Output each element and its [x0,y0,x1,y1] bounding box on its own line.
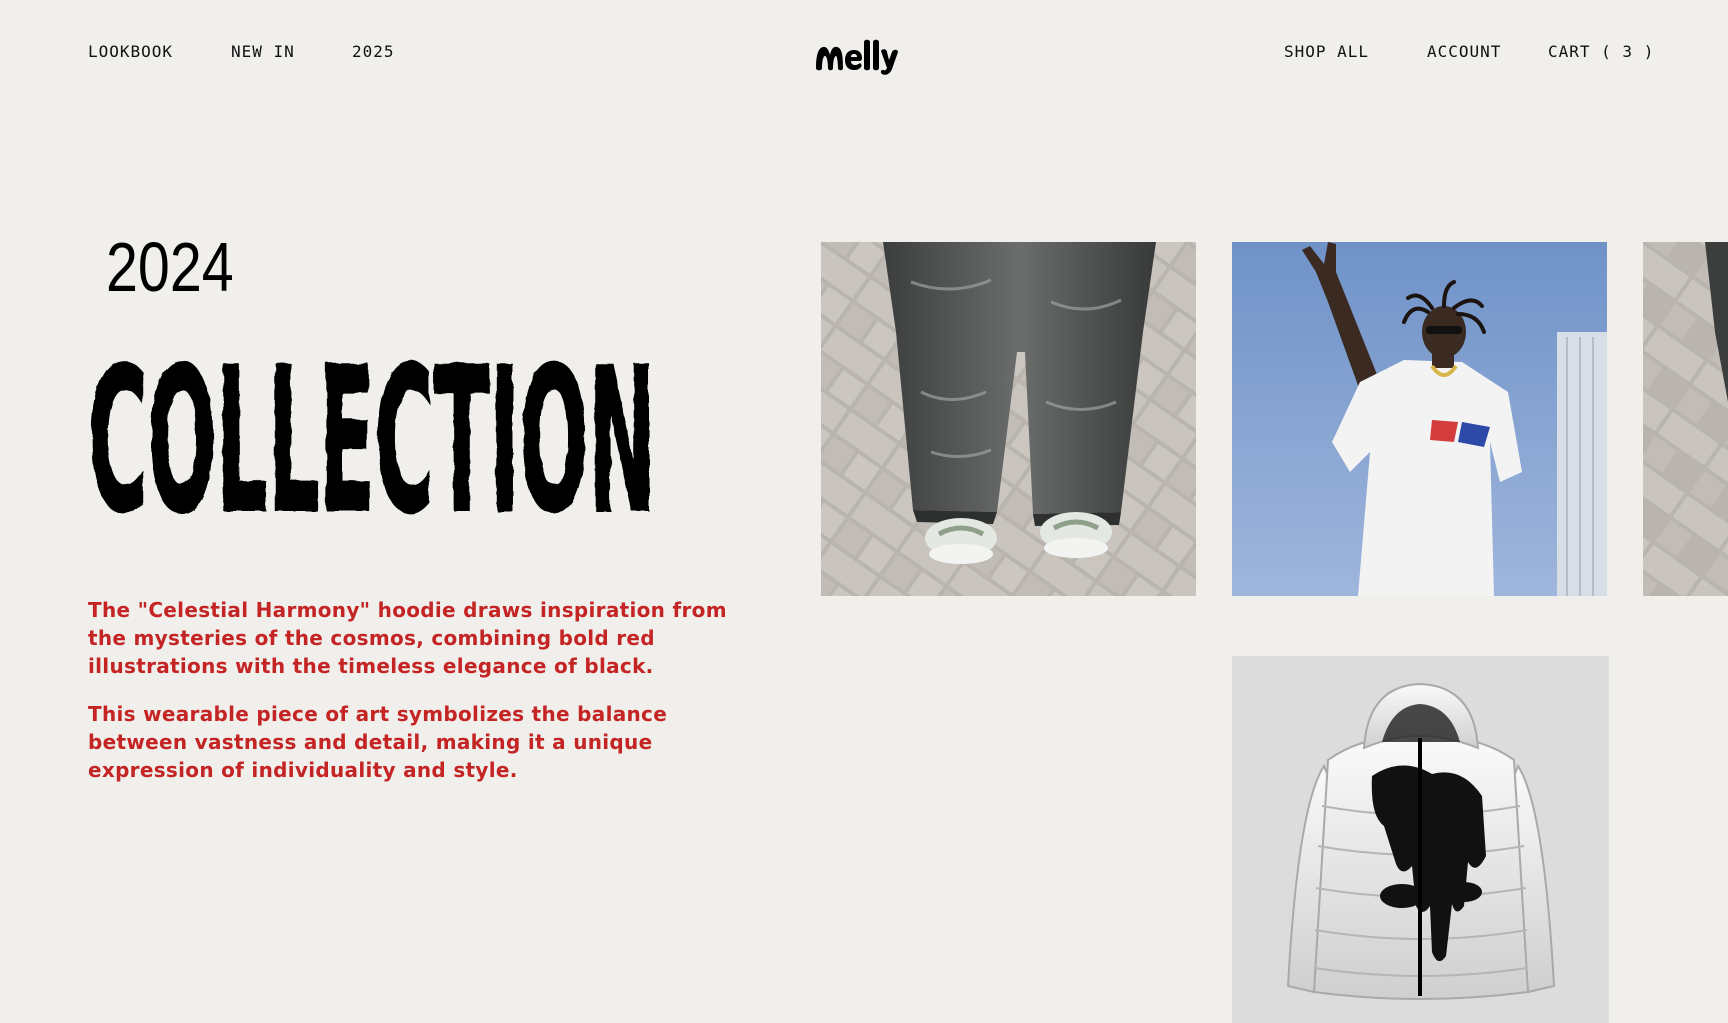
collection-title: COLLECTION [87,324,668,559]
nav-lookbook-link[interactable]: LOOKBOOK [88,42,173,61]
collection-title-text: COLLECTION [88,325,656,558]
nav-cart-link[interactable]: CART ( 3 ) [1548,42,1654,61]
brand-logo[interactable] [814,36,910,76]
nav-shop-all-link[interactable]: SHOP ALL [1284,42,1369,61]
jeans-photo[interactable] [821,242,1196,596]
jeans-photo-illustration [821,242,1196,596]
brand-logo-wordmark [816,39,898,75]
description-paragraph-2: This wearable piece of art symbolizes th… [88,702,668,782]
jumping-man-photo[interactable] [1232,242,1607,596]
jumping-man-photo-illustration [1232,242,1607,596]
description-paragraph-1: The "Celestial Harmony" hoodie draws ins… [88,598,727,678]
nav-account-link[interactable]: ACCOUNT [1427,42,1501,61]
puffer-jacket-photo[interactable] [1232,656,1609,1023]
collection-description: The "Celestial Harmony" hoodie draws ins… [88,596,728,804]
nav-new-in-link[interactable]: NEW IN [231,42,295,61]
nav-2025-link[interactable]: 2025 [352,42,395,61]
partial-photo[interactable] [1643,242,1728,596]
collection-title-lettering: COLLECTION [87,324,657,559]
puffer-jacket-illustration [1286,682,1556,1000]
partial-photo-illustration [1643,242,1728,596]
collection-year: 2024 [106,228,234,306]
